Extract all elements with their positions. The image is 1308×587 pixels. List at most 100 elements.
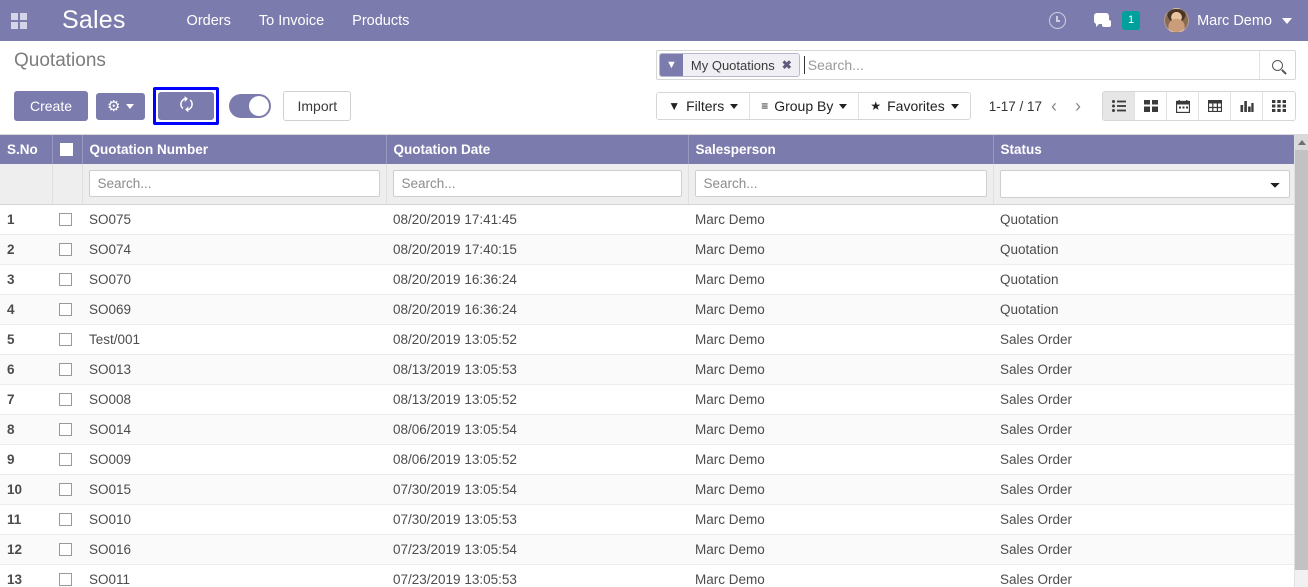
row-sno: 2 xyxy=(0,234,52,265)
list-view-icon[interactable] xyxy=(1103,92,1135,120)
row-quotation-date: 08/20/2019 17:40:15 xyxy=(386,234,688,265)
create-button[interactable]: Create xyxy=(14,91,89,121)
table-row[interactable]: 7 SO008 08/13/2019 13:05:52 Marc Demo Sales … xyxy=(0,384,1296,415)
group-by-dropdown[interactable]: ≡ Group By xyxy=(750,93,860,119)
row-quotation-date: 07/23/2019 13:05:53 xyxy=(386,564,688,587)
column-header-quotation-date[interactable]: Quotation Date xyxy=(386,135,689,164)
row-checkbox[interactable] xyxy=(59,482,72,496)
messages-button[interactable]: 1 xyxy=(1080,7,1154,34)
row-sno: 9 xyxy=(0,444,52,475)
row-checkbox[interactable] xyxy=(59,302,72,316)
toggle-knob xyxy=(249,96,270,116)
filter-input-salesperson[interactable] xyxy=(694,170,987,198)
control-panel: Quotations ▼ My Quotations ✖ Create ⚙ xyxy=(0,41,1308,135)
pager-previous-button[interactable]: ‹ xyxy=(1042,97,1066,115)
table-row[interactable]: 10 SO015 07/30/2019 13:05:54 Marc Demo Sales… xyxy=(0,474,1296,505)
row-salesperson: Marc Demo xyxy=(688,264,993,295)
menu-item-orders[interactable]: Orders xyxy=(173,3,245,39)
menu-item-products[interactable]: Products xyxy=(338,3,423,39)
table-row[interactable]: 2 SO074 08/20/2019 17:40:15 Marc Demo Quotat… xyxy=(0,234,1296,265)
row-checkbox[interactable] xyxy=(59,452,72,466)
select-all-checkbox[interactable] xyxy=(59,143,73,156)
kanban-view-icon[interactable] xyxy=(1135,92,1167,120)
row-checkbox[interactable] xyxy=(59,392,72,406)
row-checkbox[interactable] xyxy=(59,272,72,286)
filter-cell-quotation-number xyxy=(82,164,387,205)
table-row[interactable]: 12 SO016 07/23/2019 13:05:54 Marc Demo Sales… xyxy=(0,534,1296,565)
filters-dropdown[interactable]: ▼ Filters xyxy=(657,93,751,119)
row-checkbox[interactable] xyxy=(59,212,72,226)
table-row[interactable]: 1 SO075 08/20/2019 17:41:45 Marc Demo Quotat… xyxy=(0,204,1296,235)
search-input[interactable] xyxy=(799,51,1259,79)
search-facet-my-quotations[interactable]: ▼ My Quotations ✖ xyxy=(659,53,800,77)
row-quotation-number: SO015 xyxy=(82,474,386,505)
table-row[interactable]: 6 SO013 08/13/2019 13:05:53 Marc Demo Sales … xyxy=(0,354,1296,385)
column-header-salesperson[interactable]: Salesperson xyxy=(688,135,994,164)
column-header-quotation-number[interactable]: Quotation Number xyxy=(82,135,387,164)
row-checkbox[interactable] xyxy=(59,332,72,346)
filter-input-quotation-date[interactable] xyxy=(392,170,682,198)
filter-input-quotation-number[interactable] xyxy=(88,170,380,198)
filter-cell-check xyxy=(52,164,83,205)
table-row[interactable]: 5 Test/001 08/20/2019 13:05:52 Marc Demo Sal… xyxy=(0,324,1296,355)
row-checkbox[interactable] xyxy=(59,422,72,436)
apps-grid-icon[interactable] xyxy=(6,8,32,34)
search-submit-button[interactable] xyxy=(1259,51,1295,79)
chevron-down-icon xyxy=(1282,17,1292,24)
row-sno: 8 xyxy=(0,414,52,445)
table-row[interactable]: 3 SO070 08/20/2019 16:36:24 Marc Demo Quotat… xyxy=(0,264,1296,295)
column-header-sno[interactable]: S.No xyxy=(0,135,53,164)
row-quotation-number: SO075 xyxy=(82,204,386,235)
table-row[interactable]: 4 SO069 08/20/2019 16:36:24 Marc Demo Quotat… xyxy=(0,294,1296,325)
pager: 1-17 / 17 ‹ › xyxy=(989,97,1090,115)
activity-view-icon[interactable] xyxy=(1263,92,1295,120)
pivot-view-icon[interactable] xyxy=(1199,92,1231,120)
scroll-up-button[interactable] xyxy=(1295,135,1308,150)
row-checkbox[interactable] xyxy=(59,572,72,586)
chevron-up-icon xyxy=(1297,140,1306,145)
menu-item-to-invoice[interactable]: To Invoice xyxy=(245,3,338,39)
row-quotation-date: 07/23/2019 13:05:54 xyxy=(386,534,688,565)
view-toggle-switch[interactable] xyxy=(229,94,272,118)
calendar-view-icon[interactable] xyxy=(1167,92,1199,120)
refresh-button[interactable]: 🗘 xyxy=(158,92,215,120)
row-checkbox[interactable] xyxy=(59,242,72,256)
row-salesperson: Marc Demo xyxy=(688,354,993,385)
table-row[interactable]: 9 SO009 08/06/2019 13:05:52 Marc Demo Sales … xyxy=(0,444,1296,475)
top-navbar: Sales Orders To Invoice Products 1 Marc … xyxy=(0,0,1308,41)
row-sno: 6 xyxy=(0,354,52,385)
row-checkbox[interactable] xyxy=(59,362,72,376)
facet-remove-icon[interactable]: ✖ xyxy=(782,58,792,72)
activity-clock-icon[interactable] xyxy=(1035,8,1080,33)
table-row[interactable]: 13 SO011 07/23/2019 13:05:53 Marc Demo Sales… xyxy=(0,564,1296,587)
control-panel-top-row: Quotations ▼ My Quotations ✖ xyxy=(0,41,1308,81)
vertical-scrollbar[interactable] xyxy=(1294,135,1308,587)
app-brand-title[interactable]: Sales xyxy=(62,6,126,35)
table-body: 1 SO075 08/20/2019 17:41:45 Marc Demo Quotat… xyxy=(0,204,1296,587)
table-row[interactable]: 11 SO010 07/30/2019 13:05:53 Marc Demo Sales… xyxy=(0,504,1296,535)
table-row[interactable]: 8 SO014 08/06/2019 13:05:54 Marc Demo Sales … xyxy=(0,414,1296,445)
row-select-cell xyxy=(52,324,82,355)
row-checkbox[interactable] xyxy=(59,542,72,556)
graph-view-icon[interactable] xyxy=(1231,92,1263,120)
search-view: ▼ My Quotations ✖ xyxy=(656,50,1296,80)
favorites-dropdown[interactable]: ★ Favorites xyxy=(859,93,970,119)
row-sno: 4 xyxy=(0,294,52,325)
funnel-icon: ▼ xyxy=(668,99,681,113)
filter-select-status[interactable] xyxy=(999,169,1290,198)
row-quotation-date: 08/13/2019 13:05:53 xyxy=(386,354,688,385)
filters-label: Filters xyxy=(686,98,725,114)
row-checkbox[interactable] xyxy=(59,512,72,526)
favorites-label: Favorites xyxy=(887,98,945,114)
row-quotation-number: SO010 xyxy=(82,504,386,535)
row-quotation-date: 08/06/2019 13:05:52 xyxy=(386,444,688,475)
action-gear-menu[interactable]: ⚙ xyxy=(96,92,146,120)
row-quotation-number: SO069 xyxy=(82,294,386,325)
user-menu[interactable]: Marc Demo xyxy=(1154,5,1296,36)
column-header-status[interactable]: Status xyxy=(993,135,1297,164)
row-salesperson: Marc Demo xyxy=(688,414,993,445)
row-salesperson: Marc Demo xyxy=(688,534,993,565)
pager-next-button[interactable]: › xyxy=(1066,97,1090,115)
scrollbar-thumb[interactable] xyxy=(1295,150,1308,570)
import-button[interactable]: Import xyxy=(283,91,352,121)
